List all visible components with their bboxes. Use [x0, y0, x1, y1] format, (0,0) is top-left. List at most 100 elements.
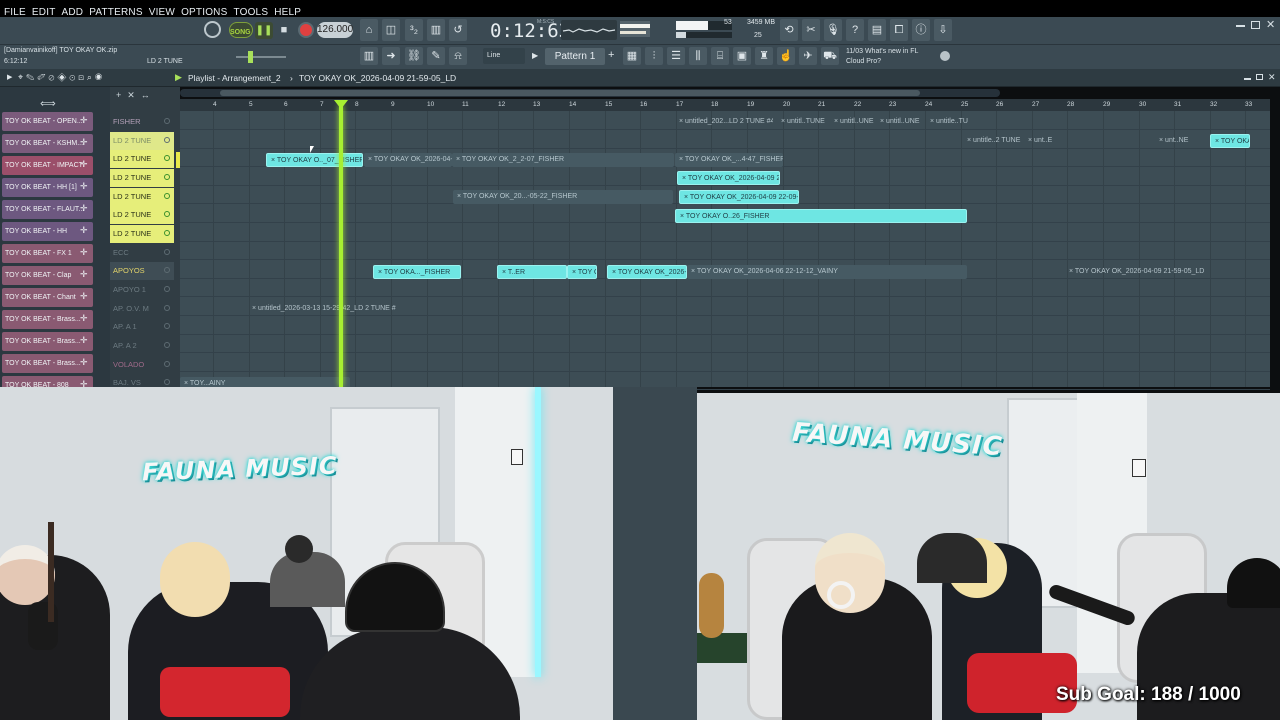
playlist-clip[interactable]: × untitled_2026-03-13 15-29-42_LD 2 TUNE… [248, 302, 813, 316]
picker-plus-icon[interactable]: ✛ [80, 247, 88, 258]
picker-plus-icon[interactable]: ✛ [80, 181, 88, 192]
playlist-clip[interactable]: × TOY OKAY OK_2026-04-09 22-03-06_FISHER [677, 171, 780, 185]
playlist-clip[interactable]: × TOY OKAY O..6_FISHER [567, 265, 597, 279]
menu-help[interactable]: HELP [274, 7, 301, 18]
channel-rack-icon[interactable]: ⫶ [645, 47, 663, 65]
picker-plus-icon[interactable]: ✛ [80, 159, 88, 170]
track-mute-led-icon[interactable] [164, 361, 170, 367]
window-close-icon[interactable]: ✕ [1266, 18, 1275, 31]
playlist-clip[interactable]: × untitl..TUNE [777, 115, 829, 129]
mixer-icon[interactable]: ⧠ [890, 19, 908, 41]
playlist-icon[interactable]: ▦ [623, 47, 641, 65]
track-mute-led-icon[interactable] [164, 342, 170, 348]
save-icon[interactable]: ▤ [868, 19, 886, 41]
playlist-clip[interactable]: × TOY OKAY OK_2026-04-09 22-09-50_FISHER [679, 190, 799, 204]
playlist-clip[interactable]: × untitl..UNE [830, 115, 876, 129]
menu-options[interactable]: OPTIONS [181, 7, 227, 18]
pattern-selector[interactable]: Pattern 1 [545, 48, 605, 65]
record-button[interactable] [298, 22, 314, 38]
playlist-clip[interactable]: × untitl..UNE [876, 115, 926, 129]
menu-add[interactable]: ADD [62, 7, 84, 18]
track-mute-led-icon[interactable] [164, 137, 170, 143]
playlist-clip[interactable]: × untitle..TUNE [926, 115, 968, 129]
playlist-clip[interactable]: × TOY OKAY O..26_FISHER [675, 209, 967, 223]
link-icon[interactable]: ⛓ [405, 47, 423, 65]
wait-input-icon[interactable]: ◫ [382, 19, 400, 41]
window-restore-icon[interactable] [1251, 21, 1260, 29]
menu-patterns[interactable]: PATTERNS [89, 7, 142, 18]
shop-icon[interactable]: ⛟ [821, 47, 839, 65]
picker-plus-icon[interactable]: ✛ [80, 225, 88, 236]
track-mute-led-icon[interactable] [164, 174, 170, 180]
piano-roll-view-icon[interactable]: ☰ [667, 47, 685, 65]
menu-file[interactable]: FILE [4, 7, 26, 18]
track-mute-led-icon[interactable] [164, 267, 170, 273]
track-mute-led-icon[interactable] [164, 118, 170, 124]
playlist-clip[interactable]: × untitled_202...LD 2 TUNE #4 [675, 115, 773, 129]
playlist-minimize-icon[interactable] [1244, 78, 1251, 80]
track-mute-led-icon[interactable] [164, 249, 170, 255]
playlist-clip[interactable]: × TOY OKAY OK_...4-47_FISHER [675, 153, 783, 167]
pause-button[interactable]: ❚❚ [255, 22, 273, 39]
playlist-clip[interactable]: × TOY OKAY OK_2026-04-09 22-02-07_FISHER [364, 153, 452, 167]
picker-header-icon[interactable]: ⟺ [40, 97, 56, 110]
metronome-icon[interactable]: ⌂ [360, 19, 378, 41]
playlist-clip[interactable]: × untitle..2 TUNE [963, 134, 1023, 148]
horizontal-scrollbar[interactable] [180, 89, 1000, 97]
playlist-tools-icons[interactable]: ⌖✎✐⊘◈⊙⊡⌕◉ [18, 72, 105, 83]
pattern-prev-icon[interactable]: ▶ [532, 51, 538, 60]
track-mute-led-icon[interactable] [164, 305, 170, 311]
track-mute-led-icon[interactable] [164, 379, 170, 385]
snap-select[interactable]: Line [483, 48, 525, 64]
pencil-icon[interactable]: ✎ [427, 47, 445, 65]
menu-edit[interactable]: EDIT [32, 7, 56, 18]
track-mute-led-icon[interactable] [164, 155, 170, 161]
track-mute-led-icon[interactable] [164, 193, 170, 199]
picker-plus-icon[interactable]: ✛ [80, 335, 88, 346]
plugin-icon[interactable]: ▣ [733, 47, 751, 65]
picker-plus-icon[interactable]: ✛ [80, 137, 88, 148]
playlist-clip[interactable]: × TOY OKA..._FISHER [373, 265, 461, 279]
browser-icon[interactable]: ⌸ [711, 47, 729, 65]
playlist-clip[interactable]: × TOY OKAY OK_2_2-07_FISHER [452, 153, 674, 167]
picker-plus-icon[interactable]: ✛ [80, 291, 88, 302]
mixer-view-icon[interactable]: ⫼ [689, 47, 707, 65]
countdown-icon[interactable]: ³₂ [405, 19, 423, 41]
arrow-right-icon[interactable]: ➜ [382, 47, 400, 65]
playlist-clip[interactable]: × T..ER [497, 265, 567, 279]
track-mute-led-icon[interactable] [164, 286, 170, 292]
playlist-clip[interactable]: × unt..NE [1155, 134, 1195, 148]
playlist-clip[interactable]: × TOY OKAY OK_2026-04-09 22-10-53_FISHER [607, 265, 687, 279]
piano-roll-icon[interactable]: ▥ [360, 47, 378, 65]
track-mute-led-icon[interactable] [164, 323, 170, 329]
playlist-close-icon[interactable]: ✕ [1268, 72, 1276, 83]
microphone-icon[interactable]: 🎙 [824, 19, 842, 41]
stop-button[interactable]: ■ [277, 22, 291, 39]
track-header-tools[interactable]: +✕↔ [116, 90, 156, 101]
stamp-icon[interactable]: ⍾ [449, 47, 467, 65]
menu-tools[interactable]: TOOLS [233, 7, 268, 18]
track-mute-led-icon[interactable] [164, 230, 170, 236]
track-mute-led-icon[interactable] [164, 211, 170, 217]
help-icon[interactable]: ? [846, 19, 864, 41]
info-icon[interactable]: ⓘ [912, 19, 930, 41]
playlist-play-arrow-icon[interactable]: ▶ [175, 72, 182, 83]
plugin-picker-icon[interactable]: ♜ [755, 47, 773, 65]
playlist-clip[interactable]: × TOY OKAY O.._07_FISHER [266, 153, 363, 167]
playhead[interactable] [339, 105, 343, 387]
cut-icon[interactable]: ✂ [802, 19, 820, 41]
loop-record-icon[interactable]: ↺ [449, 19, 467, 41]
cpu-knob-icon[interactable] [204, 21, 221, 38]
playlist-clip[interactable]: × TOY OKAY OK_20...-05-22_FISHER [453, 190, 673, 204]
tempo-display[interactable]: 126.000 [317, 22, 353, 38]
picker-plus-icon[interactable]: ✛ [80, 269, 88, 280]
playlist-clip[interactable]: × TOY OKAY OK_..._07_FISHER [1210, 134, 1250, 148]
window-minimize-icon[interactable] [1236, 25, 1245, 27]
playlist-clip[interactable]: × TOY OKAY OK_2026-04-06 22-12-12_VAINY [687, 265, 967, 279]
download-icon[interactable]: ⇩ [934, 19, 952, 41]
picker-plus-icon[interactable]: ✛ [80, 357, 88, 368]
touch-icon[interactable]: ☝ [777, 47, 795, 65]
master-pitch-slider[interactable] [236, 51, 286, 63]
menu-view[interactable]: VIEW [149, 7, 175, 18]
playlist-clip[interactable]: × unt..E [1024, 134, 1084, 148]
